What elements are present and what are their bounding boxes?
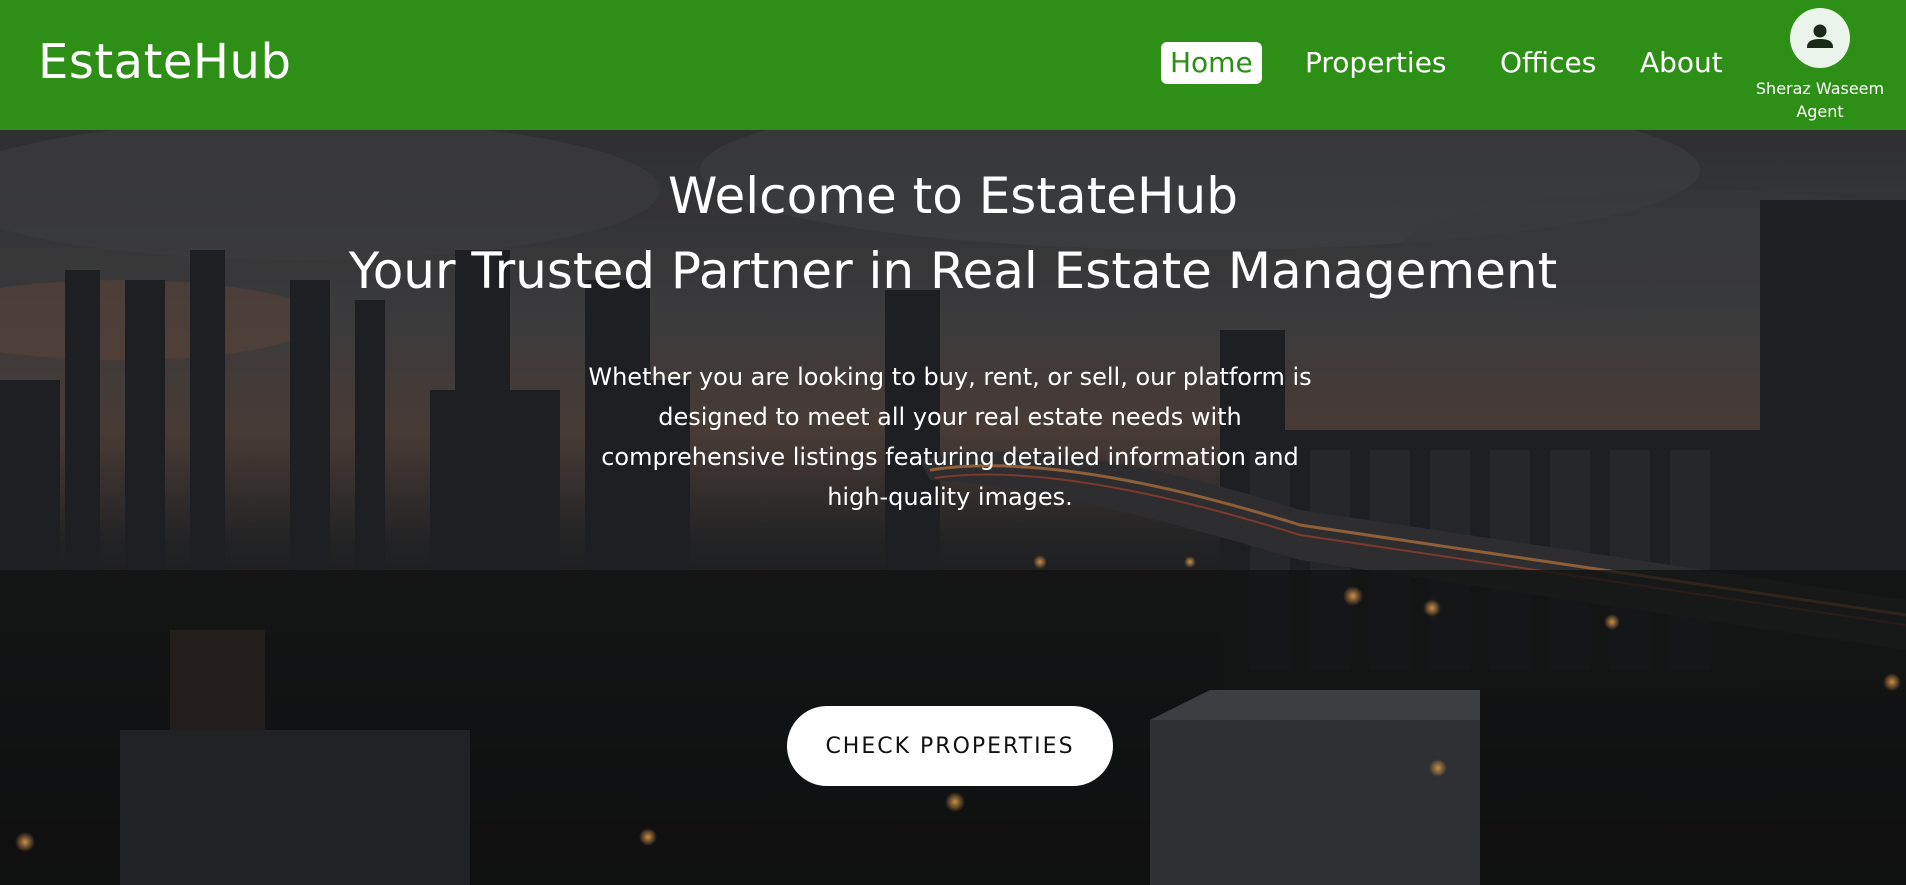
user-name: Sheraz Waseem (1755, 79, 1885, 98)
brand-logo[interactable]: EstateHub (38, 34, 291, 90)
user-role: Agent (1796, 102, 1844, 121)
nav-properties[interactable]: Properties (1305, 42, 1447, 84)
nav-home[interactable]: Home (1161, 42, 1262, 84)
hero-section: Welcome to EstateHub Your Trusted Partne… (0, 130, 1906, 885)
hero-description: Whether you are looking to buy, rent, or… (588, 363, 1312, 511)
nav-about[interactable]: About (1640, 42, 1723, 84)
hero-subtitle: Your Trusted Partner in Real Estate Mana… (348, 242, 1558, 300)
avatar[interactable] (1790, 8, 1850, 68)
check-properties-button[interactable]: CHECK PROPERTIES (787, 706, 1113, 786)
hero-title: Welcome to EstateHub (668, 167, 1238, 225)
user-profile[interactable]: Sheraz Waseem Agent (1740, 8, 1900, 123)
nav-offices[interactable]: Offices (1500, 42, 1596, 84)
navbar: EstateHub Home Properties Offices About … (0, 0, 1906, 130)
user-icon (1807, 24, 1833, 48)
